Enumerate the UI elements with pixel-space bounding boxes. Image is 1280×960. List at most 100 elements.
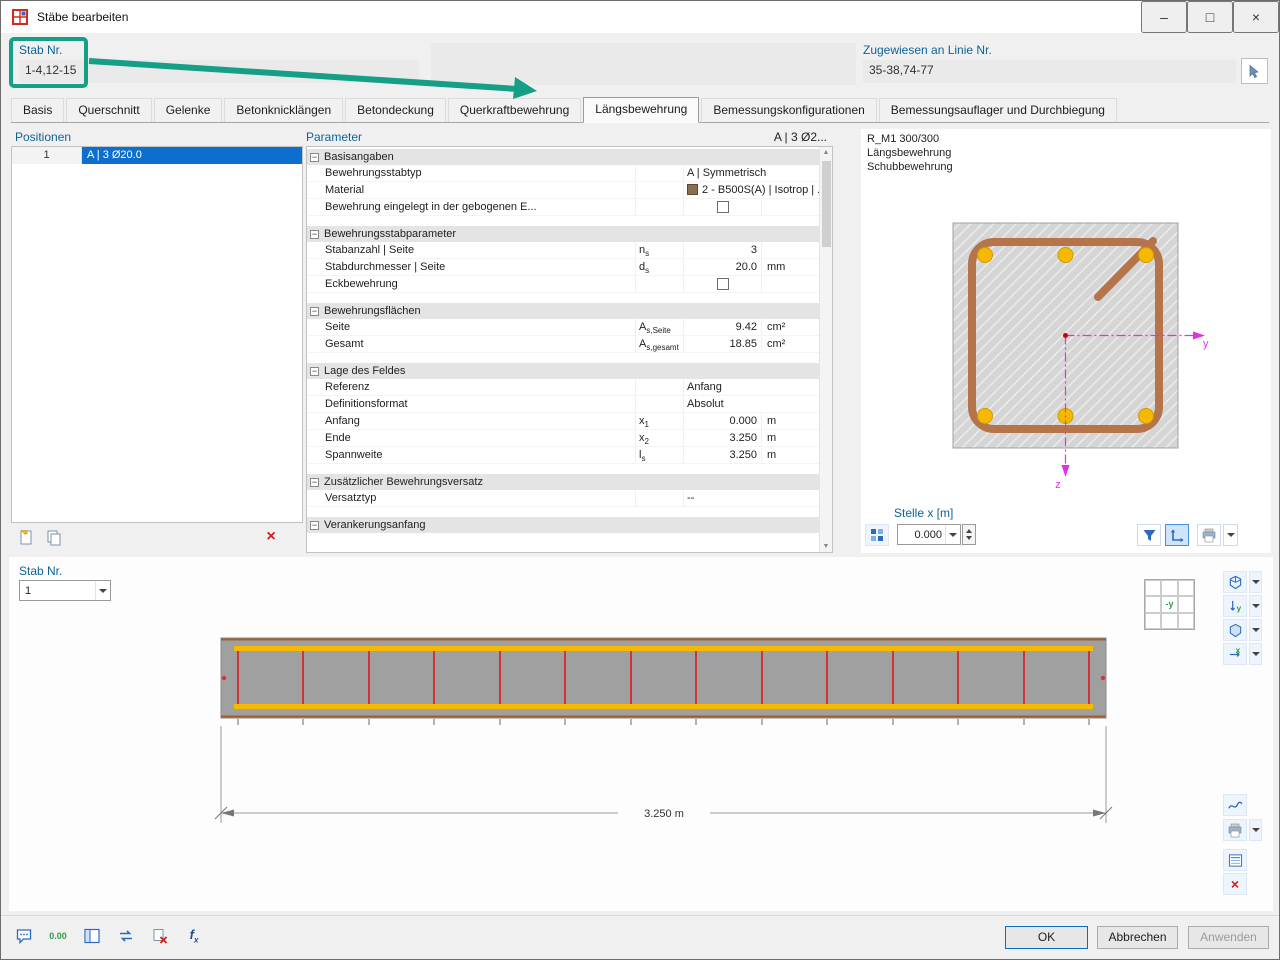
ok-button[interactable]: OK <box>1005 926 1088 949</box>
axis-z-label: z <box>1055 479 1061 491</box>
section-bewehrungsversatz[interactable]: − Zusätzlicher Bewehrungsversatz <box>307 474 819 490</box>
print-graphic-button[interactable] <box>1197 524 1221 546</box>
minimize-button[interactable]: – <box>1141 1 1187 33</box>
param-row-gesamt[interactable]: Gesamt As,gesamt 18.85 cm² <box>307 336 819 353</box>
scroll-up-icon[interactable]: ▲ <box>823 149 830 156</box>
scrollbar-thumb[interactable] <box>822 161 831 247</box>
copy-position-button[interactable] <box>41 527 65 548</box>
param-symbol: ds <box>635 259 683 275</box>
param-value[interactable]: Absolut <box>683 396 819 412</box>
decimal-places-button[interactable]: 0.00 <box>43 922 73 950</box>
chevron-down-icon[interactable] <box>945 525 960 544</box>
display-properties-button[interactable] <box>1223 849 1247 871</box>
view-isometric-button[interactable] <box>1223 619 1247 641</box>
view-minus-y-dropdown[interactable] <box>1249 595 1262 617</box>
show-supports-button[interactable] <box>1223 794 1247 816</box>
view-x-dropdown[interactable] <box>1249 643 1262 665</box>
view-cube[interactable]: -y <box>1144 579 1195 630</box>
param-unit: cm² <box>761 336 819 352</box>
param-row-seite[interactable]: Seite As,Seite 9.42 cm² <box>307 319 819 336</box>
section-verankerungsanfang[interactable]: − Verankerungsanfang <box>307 517 819 533</box>
select-line-picker-button[interactable] <box>1241 58 1268 84</box>
formula-button[interactable]: fx <box>179 922 209 950</box>
view-3d-dropdown[interactable] <box>1249 571 1262 593</box>
param-value[interactable]: Anfang <box>683 379 819 395</box>
param-row-gebogene-ebene[interactable]: Bewehrung eingelegt in der gebogenen E..… <box>307 199 819 216</box>
param-value[interactable]: 3 <box>683 242 761 258</box>
apply-button[interactable]: Anwenden <box>1188 926 1269 949</box>
maximize-button[interactable]: □ <box>1187 1 1233 33</box>
comment-button[interactable] <box>9 922 39 950</box>
stelle-x-stepper[interactable] <box>962 524 976 545</box>
section-stations-button[interactable] <box>865 524 889 546</box>
section-bewehrungsflaechen[interactable]: − Bewehrungsflächen <box>307 303 819 319</box>
navigator-panel-button[interactable] <box>77 922 107 950</box>
collapse-icon[interactable]: − <box>310 477 319 487</box>
tab-laengsbewehrung[interactable]: Längsbewehrung <box>583 97 700 123</box>
param-row-eckbewehrung[interactable]: Eckbewehrung <box>307 276 819 293</box>
section-lage-des-feldes[interactable]: − Lage des Feldes <box>307 363 819 379</box>
print-view-dropdown[interactable] <box>1249 819 1262 841</box>
tab-basis[interactable]: Basis <box>11 98 65 122</box>
param-row-ende[interactable]: Ende x2 3.250 m <box>307 430 819 447</box>
tab-bemessungsauflager[interactable]: Bemessungsauflager und Durchbiegung <box>878 98 1117 122</box>
window-title: Stäbe bearbeiten <box>37 10 129 24</box>
param-row-spannweite[interactable]: Spannweite ls 3.250 m <box>307 447 819 464</box>
checkbox-unchecked[interactable] <box>716 278 729 290</box>
param-row-stabdurchmesser[interactable]: Stabdurchmesser | Seite ds 20.0 mm <box>307 259 819 276</box>
scroll-down-icon[interactable]: ▼ <box>823 543 830 550</box>
delete-position-button[interactable]: × <box>259 526 283 547</box>
param-value[interactable]: -- <box>683 490 819 506</box>
step-down-icon[interactable] <box>966 536 972 540</box>
collapse-icon[interactable]: − <box>310 366 319 376</box>
member-select-combobox[interactable]: 1 <box>19 580 111 601</box>
print-view-button[interactable] <box>1223 819 1247 841</box>
collapse-icon[interactable]: − <box>310 520 319 530</box>
param-row-referenz[interactable]: Referenz Anfang <box>307 379 819 396</box>
param-row-definitionsformat[interactable]: Definitionsformat Absolut <box>307 396 819 413</box>
param-value[interactable]: A | Symmetrisch <box>683 165 819 181</box>
chevron-down-icon[interactable] <box>95 581 110 600</box>
exchange-button[interactable] <box>111 922 141 950</box>
new-item-icon <box>20 530 31 545</box>
param-value[interactable]: 3.250 <box>683 430 761 446</box>
step-up-icon[interactable] <box>966 529 972 533</box>
position-row[interactable]: 1 A | 3 Ø20.0 <box>12 147 302 164</box>
close-button[interactable]: × <box>1233 1 1279 33</box>
param-row-stabanzahl[interactable]: Stabanzahl | Seite ns 3 <box>307 242 819 259</box>
param-row-material[interactable]: Material 2 - B500S(A) | Isotrop | ... <box>307 182 819 199</box>
add-position-button[interactable] <box>13 527 37 548</box>
filter-button[interactable] <box>1137 524 1161 546</box>
stelle-x-combobox[interactable]: 0.000 <box>897 524 961 545</box>
checkbox-unchecked[interactable] <box>716 201 729 213</box>
delete-settings-button[interactable] <box>145 922 175 950</box>
param-row-versatztyp[interactable]: Versatztyp -- <box>307 490 819 507</box>
stelle-x-value[interactable]: 0.000 <box>898 529 945 541</box>
param-row-bewehrungsstabtyp[interactable]: Bewehrungsstabtyp A | Symmetrisch <box>307 165 819 182</box>
param-row-anfang[interactable]: Anfang x1 0.000 m <box>307 413 819 430</box>
show-axes-button[interactable] <box>1165 524 1189 546</box>
view-3d-button[interactable] <box>1223 571 1247 593</box>
view-x-button[interactable]: x <box>1223 643 1247 665</box>
view-minus-y-button[interactable]: y <box>1223 595 1247 617</box>
beam-elevation-drawing: 3.250 m <box>214 637 1113 823</box>
collapse-icon[interactable]: − <box>310 229 319 239</box>
parameter-scrollbar[interactable]: ▲ ▼ <box>819 147 832 552</box>
view-cube-face-label[interactable]: -y <box>1161 596 1178 613</box>
funnel-icon <box>1143 529 1155 541</box>
param-value[interactable]: 0.000 <box>683 413 761 429</box>
cancel-button[interactable]: Abbrechen <box>1097 926 1178 949</box>
assigned-line-input[interactable]: 35-38,74-77 <box>863 60 1236 83</box>
collapse-icon[interactable]: − <box>310 152 319 162</box>
param-value[interactable]: 20.0 <box>683 259 761 275</box>
printer-icon <box>1228 823 1242 837</box>
section-bewehrungsstabparameter[interactable]: − Bewehrungsstabparameter <box>307 226 819 242</box>
member-select-value[interactable]: 1 <box>20 585 95 597</box>
view-isometric-dropdown[interactable] <box>1249 619 1262 641</box>
print-options-dropdown[interactable] <box>1223 524 1238 546</box>
reset-view-button[interactable]: × <box>1223 873 1247 895</box>
collapse-icon[interactable]: − <box>310 306 319 316</box>
section-basisangaben[interactable]: − Basisangaben <box>307 149 819 165</box>
tab-bemessungskonfigurationen[interactable]: Bemessungskonfigurationen <box>701 98 877 122</box>
param-value[interactable]: 2 - B500S(A) | Isotrop | ... <box>683 182 819 198</box>
